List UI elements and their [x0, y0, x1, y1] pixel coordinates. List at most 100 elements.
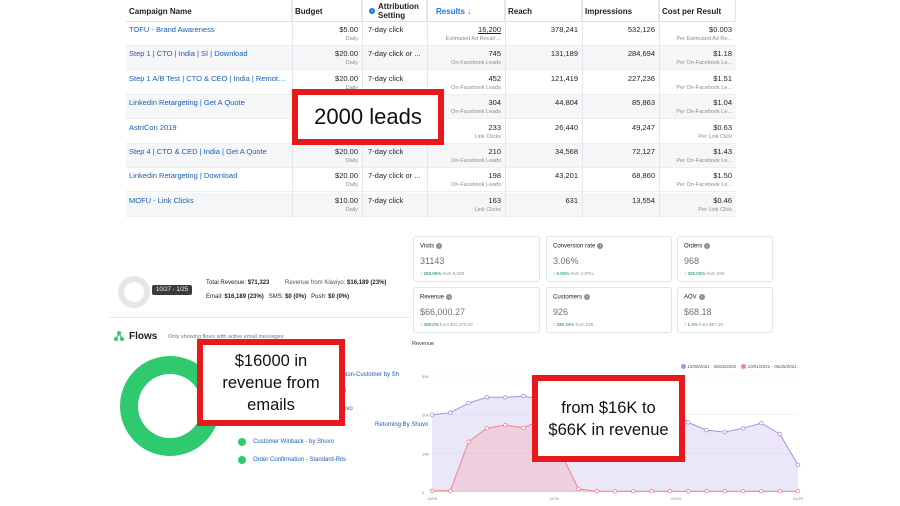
cell-name[interactable]: Step 1 A/B Test | CTO & CEO | India | Re… — [126, 71, 292, 95]
col-impressions[interactable]: Impressions — [582, 0, 659, 22]
table-row[interactable]: Step 1 | CTO | India | SI | Download $20.… — [126, 46, 736, 71]
cell-value: $20.00 — [335, 73, 358, 83]
data-point[interactable] — [429, 488, 435, 494]
data-point[interactable] — [631, 489, 636, 494]
col-results[interactable]: Results ↓ — [427, 0, 505, 22]
data-point[interactable] — [667, 489, 673, 494]
metric-card[interactable]: Customers i 926 ↑ 336.34% from 228 — [546, 287, 672, 333]
cell-value[interactable]: Step 1 A/B Test | CTO & CEO | India | Re… — [129, 74, 289, 83]
cell-value[interactable]: Linkedin Retargeting | Get A Quote — [129, 98, 289, 107]
data-point[interactable] — [484, 395, 490, 400]
data-point[interactable] — [704, 489, 709, 494]
cell-value: $5.00 — [339, 25, 358, 34]
cell-results: 16,200 Estimated Ad Recall ... — [427, 22, 505, 46]
cell-name[interactable]: AstriCon 2019 — [126, 120, 292, 144]
flow-item[interactable]: Customer Winback - by Shuvo — [253, 439, 334, 445]
data-point[interactable] — [740, 426, 746, 431]
cell-name[interactable]: MOFU - Link Clicks — [126, 193, 292, 217]
data-point[interactable] — [704, 427, 709, 433]
col-reach[interactable]: Reach — [505, 0, 582, 22]
callout-leads: 2000 leads — [292, 89, 444, 145]
data-point[interactable] — [759, 420, 764, 426]
cell-name[interactable]: Step 1 | CTO | India | SI | Download — [126, 46, 292, 70]
cell-impressions: 532,126 — [582, 22, 659, 46]
cell-value: 7-day click — [368, 25, 404, 34]
cell-value[interactable]: MOFU - Link Clicks — [129, 196, 289, 205]
cell-value: $20.00 — [335, 147, 358, 156]
data-point[interactable] — [795, 489, 801, 494]
data-point[interactable] — [466, 400, 471, 406]
info-icon: i — [597, 243, 604, 249]
cell-reach: 131,189 — [505, 46, 582, 70]
cell-value[interactable]: TOFU - Brand Awareness — [129, 25, 289, 34]
data-point[interactable] — [759, 489, 764, 494]
data-point[interactable] — [521, 393, 526, 399]
cell-impressions: 49,247 — [582, 120, 659, 144]
col-attribution[interactable]: i Attribution Setting — [362, 0, 427, 22]
cell-value[interactable]: AstriCon 2019 — [129, 123, 289, 132]
info-icon: i — [436, 243, 443, 249]
data-point[interactable] — [484, 426, 490, 431]
cell-name[interactable]: Step 4 | CTO & CED | India | Get A Quote — [126, 144, 292, 168]
metric-change: ↑ 259.05% from 8,229 — [420, 271, 465, 276]
cell-value[interactable]: Step 4 | CTO & CED | India | Get A Quote — [129, 147, 289, 156]
flow-item[interactable]: Order Confirmation - Standard-Rits — [253, 457, 346, 463]
col-campaign-name[interactable]: Campaign Name — [126, 0, 292, 22]
info-icon: i — [704, 243, 711, 249]
revenue-ring — [118, 276, 150, 308]
cell-value: 43,201 — [555, 171, 578, 181]
data-point[interactable] — [502, 395, 508, 400]
data-point[interactable] — [649, 489, 654, 494]
cell-value[interactable]: Linkedin Retargeting | Download — [129, 171, 289, 180]
cell-reach: 121,419 — [505, 71, 582, 95]
date-range-tooltip: 10/27 - 1/25 — [152, 285, 193, 295]
cell-impressions: 72,127 — [582, 144, 659, 168]
data-point[interactable] — [448, 410, 453, 415]
cell-cpr: $1.04 Per On-Facebook Le... — [659, 95, 736, 119]
metric-label: Revenue i — [420, 294, 453, 301]
cell-name[interactable]: Linkedin Retargeting | Download — [126, 168, 292, 192]
data-point[interactable] — [740, 489, 746, 494]
data-point[interactable] — [686, 489, 691, 494]
metric-card[interactable]: Orders i 968 ↑ 325.02% from 230 — [677, 236, 773, 282]
table-row[interactable]: MOFU - Link Clicks $10.00 Daily 7-day click… — [126, 192, 736, 217]
chart-title: Revenue — [412, 341, 435, 347]
col-budget[interactable]: Budget — [292, 0, 362, 22]
data-point[interactable] — [777, 431, 782, 437]
cell-results: 163 Link Clicks — [427, 193, 505, 217]
data-point[interactable] — [795, 462, 801, 468]
data-point[interactable] — [502, 422, 508, 428]
metric-card[interactable]: Visits i 31143 ↑ 259.05% from 8,229 — [413, 236, 540, 282]
cell-results: 198 On-Facebook Leads — [427, 168, 505, 192]
cell-name[interactable]: Linkedin Retargeting | Get A Quote — [126, 95, 292, 119]
data-point[interactable] — [777, 489, 782, 494]
table-row[interactable]: Linkedin Retargeting | Download $20.00 Dai… — [126, 168, 736, 193]
cell-value: 284,694 — [627, 49, 655, 59]
metric-value: 968 — [684, 256, 700, 266]
cell-value: 44,804 — [555, 98, 578, 108]
data-point[interactable] — [576, 486, 581, 492]
cell-value: 16,200 — [478, 25, 501, 34]
flow-item[interactable]: Non-Customer by Sh — [343, 372, 399, 378]
cell-impressions: 68,860 — [582, 168, 659, 192]
table-row[interactable]: TOFU - Brand Awareness $5.00 Daily 7-day cl… — [126, 22, 736, 46]
metric-card[interactable]: Conversion rate i 3.06% ↑ 6.82% from 2.87% — [546, 236, 672, 282]
data-point[interactable] — [722, 429, 727, 435]
metric-card[interactable]: Revenue i $66,000.27 ↑ 308.2% from $16,270.… — [413, 287, 540, 333]
data-point[interactable] — [429, 412, 435, 417]
metric-card[interactable]: AOV i $68.18 ↑ 1.4% from $67.26 — [677, 287, 773, 333]
data-point[interactable] — [686, 420, 691, 425]
data-point[interactable] — [466, 439, 471, 444]
cell-value: $20.00 — [335, 171, 358, 181]
cell-value[interactable]: Step 1 | CTO | India | SI | Download — [129, 49, 289, 58]
data-point[interactable] — [521, 425, 526, 431]
cell-value: $1.50 — [713, 171, 732, 181]
cell-reach: 44,804 — [505, 95, 582, 119]
cell-name[interactable]: TOFU - Brand Awareness — [126, 22, 292, 46]
data-point[interactable] — [612, 489, 618, 494]
data-point[interactable] — [722, 489, 727, 494]
col-cost-per-result[interactable]: Cost per Result — [659, 0, 736, 22]
data-point[interactable] — [594, 489, 599, 494]
data-point[interactable] — [448, 488, 453, 494]
table-row[interactable]: Step 4 | CTO & CED | India | Get A Quote… — [126, 144, 736, 168]
